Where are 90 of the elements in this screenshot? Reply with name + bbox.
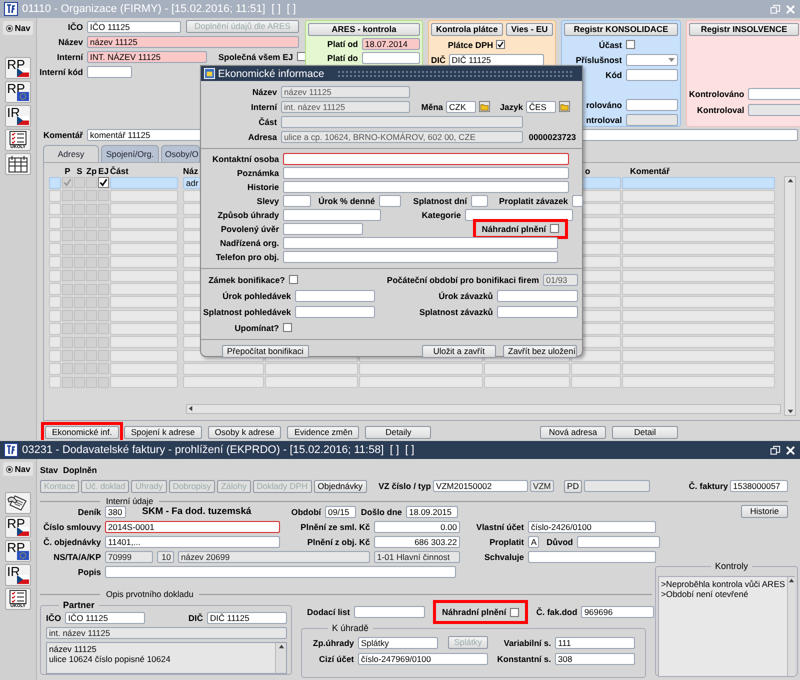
column-header: o	[585, 166, 590, 176]
column-header: Zp	[86, 166, 97, 176]
field-label: Náhradní plnění	[442, 607, 506, 617]
field-label: Název	[58, 36, 83, 46]
field-label: Úrok pohledávek	[222, 290, 291, 300]
field-label: Příslušnost	[576, 54, 622, 64]
field-label: Proplatit	[490, 536, 524, 546]
column-header: Komentář	[630, 166, 670, 176]
field-label: Platí od	[327, 39, 358, 49]
field-label: Plátce DPH	[448, 40, 494, 50]
field-label: Část	[258, 116, 277, 126]
field-label: DIČ	[188, 613, 203, 623]
field-label: Úrok % denné	[318, 196, 375, 206]
field-label: Interní kód	[40, 66, 83, 76]
address-line: název 11125	[49, 644, 98, 654]
field-label: IČO	[68, 22, 83, 32]
field-label: Společná všem EJ	[218, 52, 293, 62]
field-label: Č. faktury	[688, 481, 728, 491]
message-line: >Neproběhla kontrola vůči ARES	[661, 579, 786, 589]
field-label: Cizí účet	[319, 654, 354, 664]
window-title: 03231 - Dodavatelské faktury - prohlížení (EKPRDO) - [15.02.2016; 11:58] [ ] [ ]	[22, 444, 416, 456]
field-label: DIČ	[431, 54, 446, 64]
field-label: Telefon pro obj.	[216, 252, 279, 262]
field-label: Proplatit závazek	[499, 196, 568, 206]
column-header: EJ	[98, 166, 109, 176]
field-label: Splatnost závazků	[419, 306, 493, 316]
address-line: ulice 10624 číslo popisné 10624	[49, 654, 172, 664]
field-label: NS/TA/A/KP	[53, 552, 101, 562]
field-label: Kategorie	[422, 210, 461, 220]
field-label: Interní	[57, 52, 83, 62]
column-header: Náz	[183, 166, 198, 176]
dialog-title: Ekonomické informace	[218, 68, 324, 80]
field-label: Poznámka	[236, 168, 279, 178]
field-label: Nadřízená org.	[220, 238, 279, 248]
field-label: Komentář	[43, 130, 83, 140]
field-label: Počáteční období pro bonifikaci firem	[386, 274, 539, 284]
field-label: Plnění ze sml. Kč	[300, 522, 370, 532]
field-label: Upomínat?	[234, 322, 279, 332]
field-label: Deník	[78, 506, 101, 516]
field-label: Název	[252, 86, 277, 96]
field-label: Konstantní s.	[497, 654, 551, 664]
status-value: Doplněn	[62, 465, 97, 475]
field-label: Povolený úvěr	[220, 224, 279, 234]
group-title: Kontroly	[711, 561, 752, 571]
column-header: P	[64, 166, 70, 176]
field-label: Plnění z obj. Kč	[307, 536, 370, 546]
field-label: Úrok závazků	[438, 290, 493, 300]
field-label: Splatnost dní	[413, 196, 467, 206]
field-label: rolováno	[586, 100, 622, 110]
field-label: ntroloval	[586, 114, 622, 124]
field-label: Variabilní s.	[504, 638, 551, 648]
field-label: Interní	[251, 102, 277, 112]
field-label: Platí do	[327, 53, 358, 63]
field-label: Vlastní účet	[476, 522, 524, 532]
column-header: Část	[110, 166, 128, 176]
field-label: Stav	[40, 465, 58, 475]
section-label: Interní údaje	[100, 496, 160, 506]
field-label: IČO	[46, 613, 62, 623]
field-label: Zp.úhrady	[312, 638, 354, 648]
field-label: Adresa	[248, 132, 277, 142]
field-label: Schvaluje	[484, 552, 524, 562]
field-label: Náhradní plnění	[482, 224, 546, 234]
field-label: Číslo smlouvy	[43, 522, 101, 532]
message-line: >Období není otevřené	[661, 589, 750, 599]
section-label: Opis prvotního dokladu	[100, 589, 200, 599]
field-label: Kontaktní osoba	[212, 154, 279, 164]
field-label: Popis	[78, 566, 101, 576]
field-label: Kód	[605, 70, 622, 80]
field-label: Období	[291, 506, 321, 516]
group-title: Partner	[59, 600, 99, 610]
field-label: Jazyk	[500, 102, 523, 112]
journal-name: SKM - Fa dod. tuzemská	[142, 506, 252, 517]
window-title: 01110 - Organizace (FIRMY) - [15.02.2016; 11:51] [ ] [ ]	[22, 3, 297, 15]
field-label: Došlo dne	[360, 506, 402, 516]
group-title: K úhradě	[328, 623, 373, 633]
field-label: Kontroloval	[697, 105, 744, 115]
column-header: S	[76, 166, 82, 176]
record-number: 0000023723	[528, 132, 577, 142]
field-label: Důvod	[546, 536, 573, 546]
field-label: Dodací list	[307, 607, 350, 617]
field-label: Kontrolováno	[689, 89, 744, 99]
field-label: Č. fak.dod	[536, 607, 578, 617]
field-label: Měna	[421, 102, 443, 112]
field-label: VZ číslo / typ	[378, 481, 431, 491]
field-label: Splatnost pohledávek	[203, 306, 291, 316]
field-label: Způsob úhrady	[218, 210, 279, 220]
field-label: Účast	[598, 40, 622, 50]
field-label: Zámek bonifikace?	[208, 274, 285, 284]
field-label: Č. objednávky	[43, 536, 101, 546]
field-label: Slevy	[256, 196, 279, 206]
